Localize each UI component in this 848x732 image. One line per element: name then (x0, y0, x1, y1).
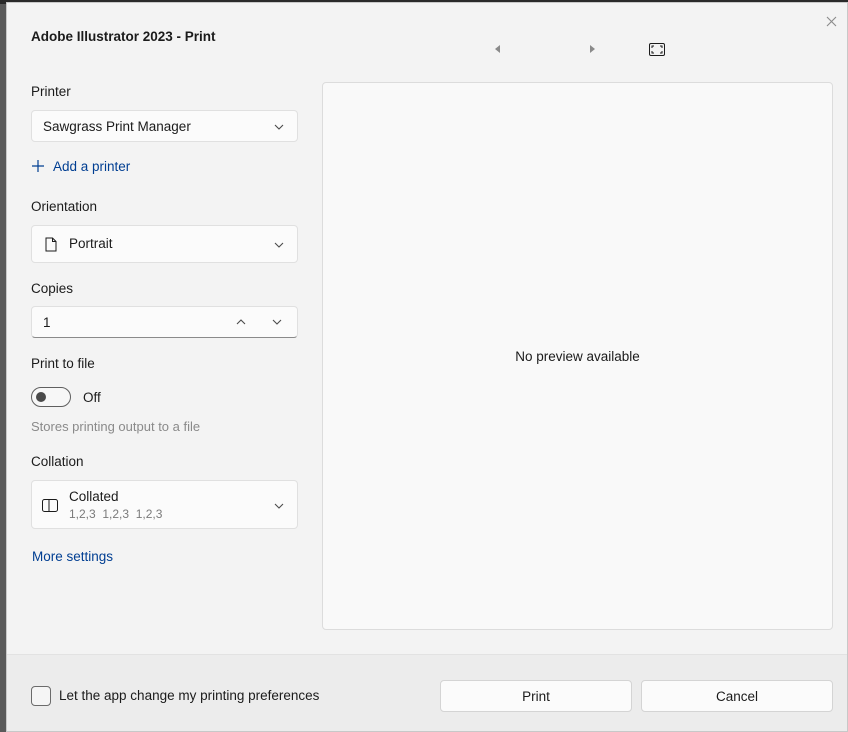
collation-dropdown[interactable]: Collated 1,2,3 1,2,3 1,2,3 (31, 480, 298, 529)
print-to-file-label: Print to file (31, 356, 95, 371)
printer-label: Printer (31, 84, 71, 99)
chevron-down-icon (274, 124, 284, 130)
print-to-file-hint: Stores printing output to a file (31, 419, 201, 434)
orientation-dropdown[interactable]: Portrait (31, 225, 298, 263)
chevron-up-icon (236, 319, 246, 325)
fit-page-icon (649, 42, 665, 56)
cancel-button[interactable]: Cancel (641, 680, 833, 712)
toggle-knob (36, 392, 46, 402)
add-printer-label: Add a printer (53, 158, 131, 174)
page-portrait-icon (45, 237, 57, 252)
dialog-footer: Let the app change my printing preferenc… (7, 654, 847, 731)
copies-stepper[interactable]: 1 (31, 306, 298, 338)
fit-to-window-button[interactable] (649, 41, 665, 57)
triangle-right-icon (590, 45, 595, 53)
print-preview-area: No preview available (322, 82, 833, 630)
print-button[interactable]: Print (440, 680, 632, 712)
preview-message: No preview available (515, 349, 640, 364)
next-page-button[interactable] (585, 41, 601, 57)
close-icon (826, 16, 836, 26)
dialog-title: Adobe Illustrator 2023 - Print (31, 29, 216, 44)
triangle-left-icon (495, 45, 500, 53)
printer-selected: Sawgrass Print Manager (43, 119, 191, 134)
copies-label: Copies (31, 281, 74, 296)
previous-page-button[interactable] (489, 41, 505, 57)
print-to-file-state: Off (83, 390, 101, 405)
print-to-file-toggle[interactable] (31, 387, 71, 407)
copies-value: 1 (43, 315, 51, 330)
add-printer-link[interactable]: Add a printer (31, 157, 130, 175)
orientation-label: Orientation (31, 199, 98, 214)
chevron-down-icon (274, 242, 284, 248)
collation-selected: Collated (69, 489, 119, 504)
copies-decrement-button[interactable] (267, 313, 287, 331)
orientation-selected: Portrait (69, 236, 113, 251)
printer-dropdown[interactable]: Sawgrass Print Manager (31, 110, 298, 142)
copies-increment-button[interactable] (231, 313, 251, 331)
close-button[interactable] (821, 11, 841, 31)
app-preferences-checkbox[interactable] (31, 686, 51, 706)
collation-label: Collation (31, 454, 84, 469)
print-dialog: Adobe Illustrator 2023 - Print Printer S… (6, 2, 848, 732)
chevron-down-icon (272, 319, 282, 325)
more-settings-link[interactable]: More settings (32, 549, 113, 564)
collated-pages-icon (42, 499, 58, 512)
plus-icon (32, 160, 44, 172)
chevron-down-icon (274, 503, 284, 509)
app-preferences-label: Let the app change my printing preferenc… (59, 688, 320, 703)
collation-detail: 1,2,3 1,2,3 1,2,3 (69, 507, 163, 521)
